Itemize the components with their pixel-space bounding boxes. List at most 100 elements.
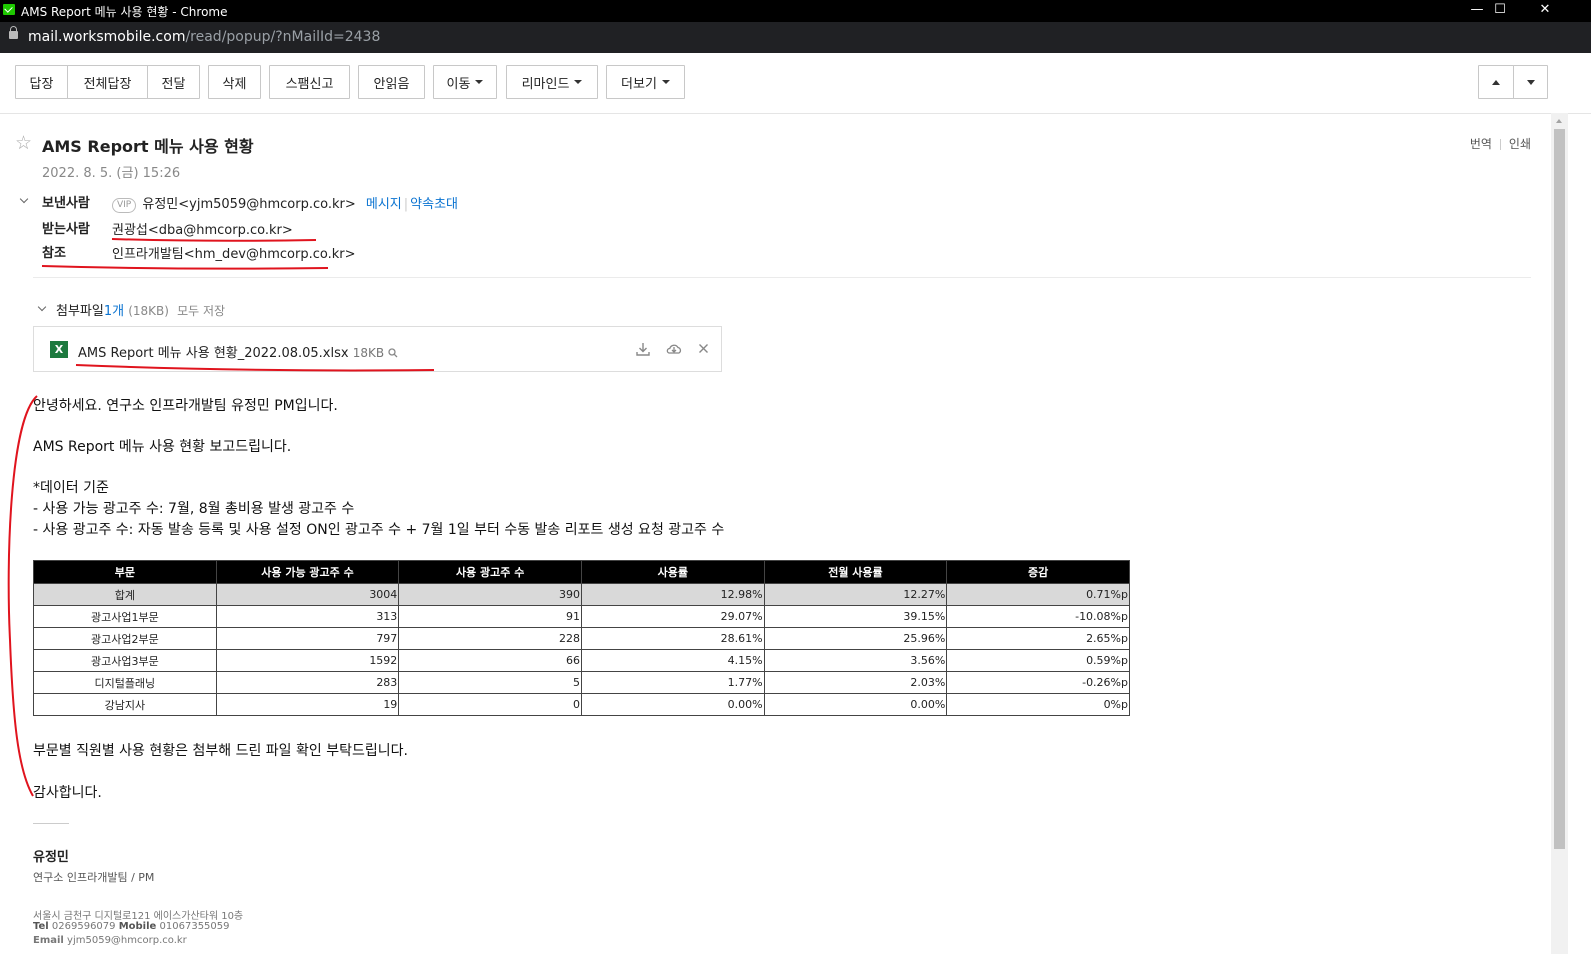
message-link[interactable]: 메시지 bbox=[366, 197, 402, 212]
remind-button[interactable]: 리마인드 bbox=[506, 65, 598, 99]
to-value[interactable]: 권광섭<dba@hmcorp.co.kr> bbox=[112, 219, 293, 238]
body-closing-1: 부문별 직원별 사용 현황은 첨부해 드린 파일 확인 부탁드립니다. bbox=[33, 743, 408, 759]
table-cell: 3004 bbox=[215, 583, 400, 606]
table-cell: 5 bbox=[398, 671, 582, 694]
attachment-toggle-chevron-icon[interactable] bbox=[37, 302, 47, 312]
preview-search-icon[interactable] bbox=[388, 348, 398, 358]
table-cell: 0%p bbox=[946, 693, 1130, 716]
table-cell: 4.15% bbox=[580, 649, 765, 672]
spam-button[interactable]: 스팸신고 bbox=[269, 65, 350, 99]
print-link[interactable]: 인쇄 bbox=[1509, 137, 1531, 151]
attachment-total-size: (18KB) bbox=[128, 304, 169, 318]
mark-unread-button[interactable]: 안읽음 bbox=[358, 65, 425, 99]
delete-button[interactable]: 삭제 bbox=[208, 65, 261, 99]
table-cell: 390 bbox=[398, 583, 582, 606]
maximize-icon[interactable]: ☐ bbox=[1477, 0, 1523, 22]
table-cell: 39.15% bbox=[763, 605, 948, 628]
table-cell: 0.00% bbox=[763, 693, 948, 716]
table-cell: 광고사업3부문 bbox=[33, 649, 217, 672]
scrollbar[interactable] bbox=[1551, 113, 1568, 954]
excel-file-icon: X bbox=[50, 341, 68, 358]
link-divider bbox=[1499, 139, 1501, 150]
header-links: 번역 인쇄 bbox=[1470, 135, 1531, 152]
tel-value: 0269596079 bbox=[51, 921, 116, 932]
window-title: AMS Report 메뉴 사용 현황 - Chrome bbox=[21, 5, 228, 19]
address-bar[interactable]: mail.worksmobile.com/read/popup/?nMailId… bbox=[0, 22, 1591, 53]
table-cell: 0.59%p bbox=[946, 649, 1130, 672]
mail-toolbar: 답장 전체답장 전달 삭제 스팸신고 안읽음 이동 리마인드 더보기 bbox=[0, 53, 1591, 114]
table-cell: 합계 bbox=[33, 583, 217, 606]
table-cell: 12.27% bbox=[763, 583, 948, 606]
mail-date: 2022. 8. 5. (금) 15:26 bbox=[42, 166, 181, 181]
header-divider bbox=[33, 277, 1531, 278]
recipient-name: 권광섭 bbox=[112, 223, 148, 238]
table-row: 강남지사 19 0 0.00% 0.00% 0%p bbox=[33, 693, 1130, 716]
cc-label: 참조 bbox=[42, 246, 66, 261]
signature-name: 유정민 bbox=[33, 850, 69, 865]
body-closing-2: 감사합니다. bbox=[33, 785, 102, 801]
cc-value[interactable]: 인프라개발팀<hm_dev@hmcorp.co.kr> bbox=[112, 243, 356, 262]
criteria-line-2: - 사용 광고주 수: 자동 발송 등록 및 사용 설정 ON인 광고주 수 +… bbox=[33, 522, 725, 538]
reply-button[interactable]: 답장 bbox=[15, 65, 68, 99]
scrollbar-thumb[interactable] bbox=[1554, 129, 1565, 849]
attachment-label: 첨부파일 bbox=[56, 304, 104, 319]
arrow-down-icon bbox=[1526, 79, 1535, 85]
attachment-file-name: AMS Report 메뉴 사용 현황_2022.08.05.xlsx bbox=[78, 346, 349, 361]
more-label: 더보기 bbox=[621, 76, 657, 92]
url-path: /read/popup/?nMailId=2438 bbox=[185, 29, 381, 45]
previous-mail-button[interactable] bbox=[1478, 65, 1514, 99]
signature-phone: Tel 0269596079 Mobile 01067355059 bbox=[33, 921, 230, 932]
table-cell: 228 bbox=[398, 627, 582, 650]
table-cell: 2.03% bbox=[763, 671, 948, 694]
scroll-up-icon[interactable] bbox=[1556, 119, 1562, 123]
forward-button[interactable]: 전달 bbox=[147, 65, 200, 99]
move-label: 이동 bbox=[446, 76, 471, 92]
table-cell: 1.77% bbox=[580, 671, 765, 694]
attachment-file[interactable]: AMS Report 메뉴 사용 현황_2022.08.05.xlsx 18KB bbox=[78, 342, 398, 361]
table-cell: 광고사업2부문 bbox=[33, 627, 217, 650]
invite-link[interactable]: 약속초대 bbox=[410, 197, 458, 212]
body-intro: AMS Report 메뉴 사용 현황 보고드립니다. bbox=[33, 439, 292, 455]
table-cell: 797 bbox=[215, 627, 400, 650]
translate-link[interactable]: 번역 bbox=[1470, 137, 1492, 151]
table-cell: 광고사업1부문 bbox=[33, 605, 217, 628]
close-window-icon[interactable]: ✕ bbox=[1522, 0, 1568, 22]
move-button[interactable]: 이동 bbox=[433, 65, 497, 99]
download-icon[interactable] bbox=[635, 341, 651, 357]
underline-cc bbox=[41, 265, 329, 270]
sender[interactable]: 유정민<yjm5059@hmcorp.co.kr> bbox=[142, 197, 355, 212]
table-cell: -0.26%p bbox=[946, 671, 1130, 694]
collapse-header-chevron-icon[interactable] bbox=[19, 194, 29, 204]
table-header-row: 부문 사용 가능 광고주 수 사용 광고주 수 사용률 전월 사용률 증감 bbox=[33, 560, 1130, 584]
table-cell: 1592 bbox=[215, 649, 400, 672]
to-label: 받는사람 bbox=[42, 222, 90, 237]
star-icon[interactable]: ☆ bbox=[15, 133, 32, 153]
more-button[interactable]: 더보기 bbox=[606, 65, 685, 99]
signature-address: 서울시 금천구 디지털로121 에이스가산타워 10층 bbox=[33, 911, 244, 922]
mail-favicon-icon bbox=[3, 4, 15, 15]
vip-badge: VIP bbox=[112, 198, 137, 213]
mail-subject: AMS Report 메뉴 사용 현황 bbox=[42, 137, 254, 156]
cc-name: 인프라개발팀 bbox=[112, 247, 184, 262]
table-cell: 0.71%p bbox=[946, 583, 1130, 606]
save-all-link[interactable]: 모두 저장 bbox=[177, 304, 225, 318]
usage-table: 부문 사용 가능 광고주 수 사용 광고주 수 사용률 전월 사용률 증감 합계… bbox=[33, 560, 1130, 716]
table-cell: 0 bbox=[398, 693, 582, 716]
table-cell: 313 bbox=[215, 605, 400, 628]
url[interactable]: mail.worksmobile.com/read/popup/?nMailId… bbox=[28, 29, 380, 45]
column-header: 증감 bbox=[946, 560, 1130, 584]
table-cell: 12.98% bbox=[580, 583, 765, 606]
criteria-line-1: - 사용 가능 광고주 수: 7월, 8월 총비용 발생 광고주 수 bbox=[33, 501, 355, 517]
cloud-save-icon[interactable] bbox=[666, 341, 682, 357]
criteria-title: *데이터 기준 bbox=[33, 480, 109, 496]
table-row: 광고사업3부문 1592 66 4.15% 3.56% 0.59%p bbox=[33, 649, 1130, 672]
table-cell: 66 bbox=[398, 649, 582, 672]
remove-attachment-icon[interactable] bbox=[698, 343, 709, 354]
next-mail-button[interactable] bbox=[1513, 65, 1548, 99]
reply-all-button[interactable]: 전체답장 bbox=[67, 65, 148, 99]
table-cell: 0.00% bbox=[580, 693, 765, 716]
table-cell: 강남지사 bbox=[33, 693, 217, 716]
chevron-down-icon bbox=[574, 80, 583, 84]
link-divider: | bbox=[403, 197, 409, 212]
remind-label: 리마인드 bbox=[521, 76, 570, 92]
